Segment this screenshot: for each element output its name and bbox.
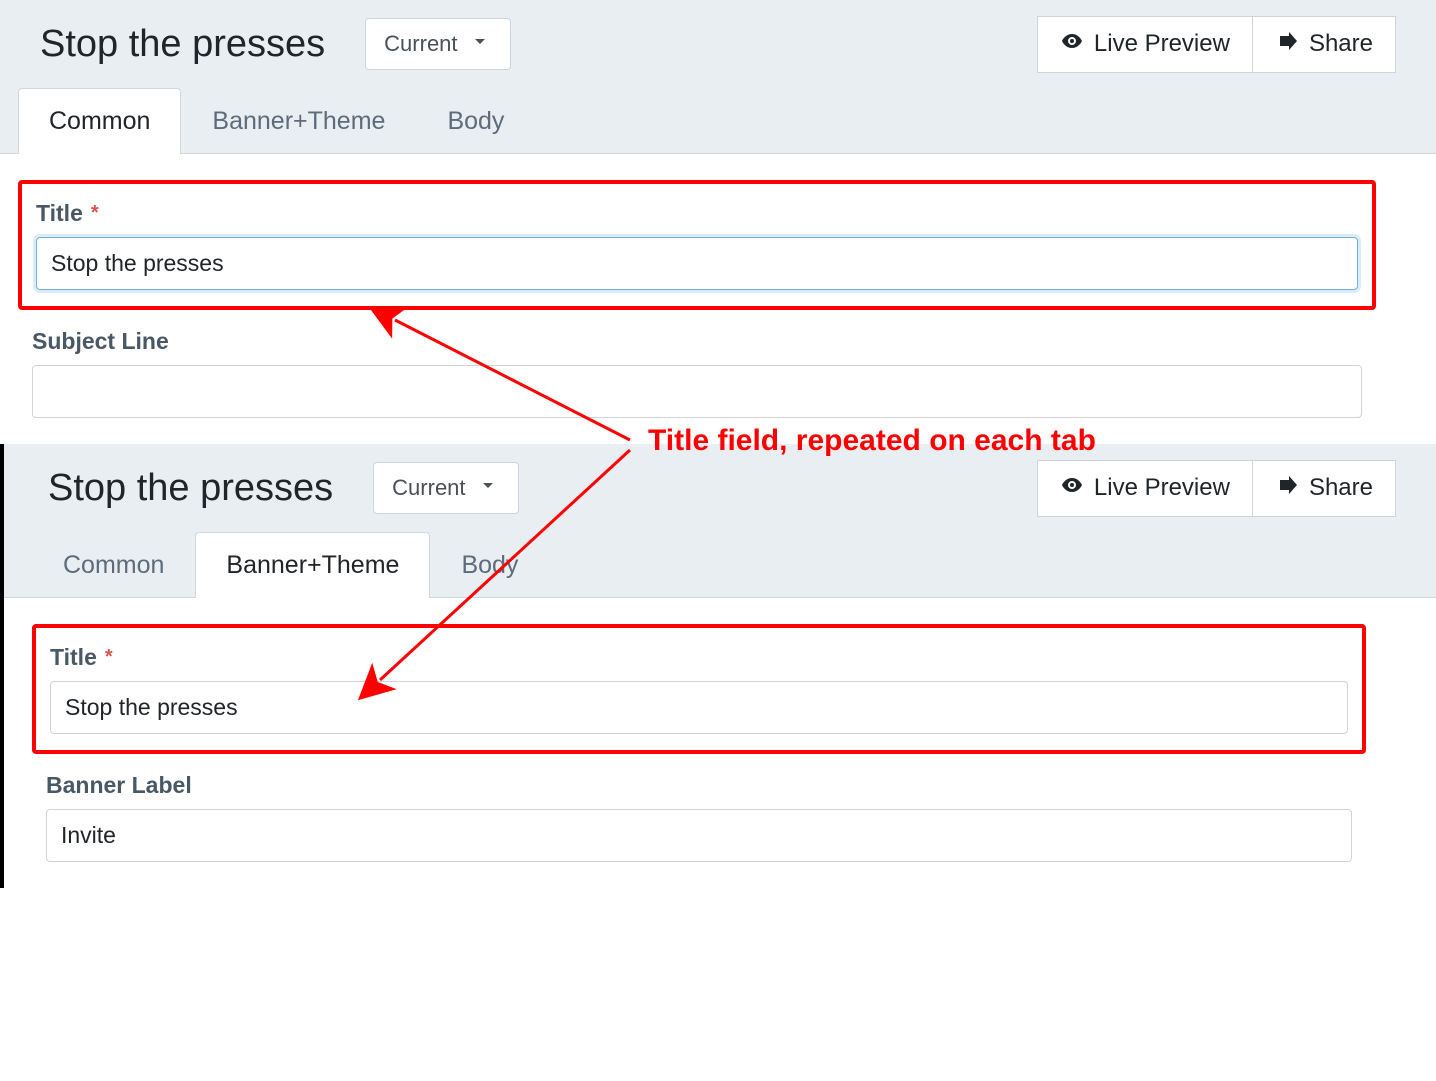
share-icon (1275, 473, 1299, 504)
tab-bar: Common Banner+Theme Body (0, 88, 1436, 154)
editor-header: Stop the presses Current Live Preview (0, 0, 1436, 88)
editor-panel-banner: Stop the presses Current Live Preview (0, 444, 1436, 888)
required-mark: * (91, 202, 99, 225)
field-subject-line: Subject Line (18, 328, 1376, 418)
version-label: Current (392, 475, 465, 501)
live-preview-button[interactable]: Live Preview (1037, 16, 1252, 73)
title-input[interactable] (36, 237, 1358, 290)
tab-common[interactable]: Common (18, 88, 181, 154)
annotation-highlight-box: Title * (32, 624, 1366, 754)
header-actions: Live Preview Share (1037, 16, 1396, 73)
form-banner: Title * Banner Label (4, 598, 1436, 888)
eye-icon (1060, 473, 1084, 504)
tab-body[interactable]: Body (430, 532, 549, 598)
share-button[interactable]: Share (1252, 460, 1396, 517)
live-preview-label: Live Preview (1094, 474, 1230, 502)
eye-icon (1060, 29, 1084, 60)
share-label: Share (1309, 30, 1373, 58)
field-title: Title * (36, 200, 1358, 290)
tab-bar: Common Banner+Theme Body (4, 532, 1436, 598)
editor-panel-common: Stop the presses Current Live Preview (0, 0, 1436, 444)
version-dropdown[interactable]: Current (373, 462, 518, 514)
live-preview-label: Live Preview (1094, 30, 1230, 58)
version-dropdown[interactable]: Current (365, 18, 510, 70)
title-label: Title * (36, 200, 1358, 227)
share-icon (1275, 29, 1299, 60)
tab-banner-theme[interactable]: Banner+Theme (195, 532, 430, 598)
version-label: Current (384, 31, 457, 57)
annotation-callout: Title field, repeated on each tab (648, 424, 1096, 458)
tab-common[interactable]: Common (32, 532, 195, 598)
subject-label: Subject Line (32, 328, 1362, 355)
share-label: Share (1309, 474, 1373, 502)
live-preview-button[interactable]: Live Preview (1037, 460, 1252, 517)
page-title: Stop the presses (48, 467, 333, 510)
banner-input[interactable] (46, 809, 1352, 862)
tab-body[interactable]: Body (416, 88, 535, 154)
title-label-text: Title (36, 200, 83, 227)
field-banner-label: Banner Label (32, 772, 1366, 862)
chevron-down-icon (476, 473, 500, 503)
banner-label: Banner Label (46, 772, 1352, 799)
title-label-text: Title (50, 644, 97, 671)
subject-input[interactable] (32, 365, 1362, 418)
tab-banner-theme[interactable]: Banner+Theme (181, 88, 416, 154)
header-actions: Live Preview Share (1037, 460, 1396, 517)
title-label: Title * (50, 644, 1348, 671)
field-title: Title * (50, 644, 1348, 734)
chevron-down-icon (468, 29, 492, 59)
form-common: Title * Subject Line (0, 154, 1436, 444)
required-mark: * (105, 646, 113, 669)
page-title: Stop the presses (40, 23, 325, 66)
annotation-highlight-box: Title * (18, 180, 1376, 310)
title-input[interactable] (50, 681, 1348, 734)
share-button[interactable]: Share (1252, 16, 1396, 73)
